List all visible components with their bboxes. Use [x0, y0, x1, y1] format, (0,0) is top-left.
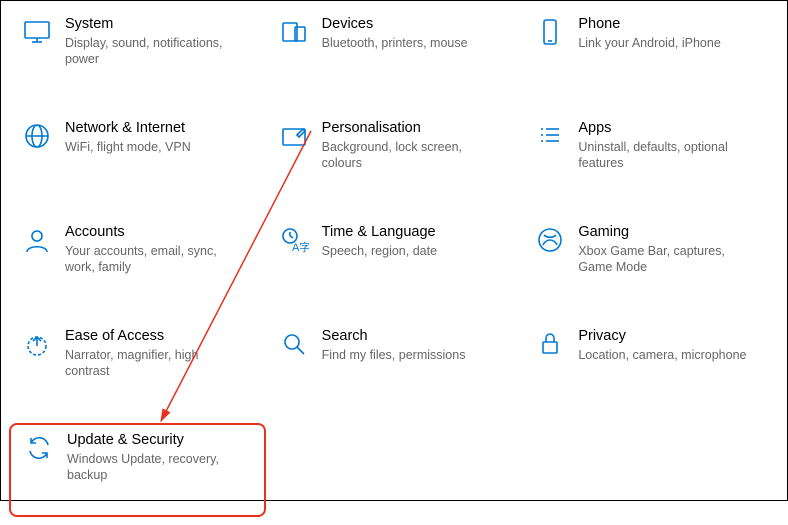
phone-icon [530, 17, 570, 47]
apps-icon [530, 121, 570, 151]
tile-devices[interactable]: Devices Bluetooth, printers, mouse [266, 9, 523, 101]
tile-phone[interactable]: Phone Link your Android, iPhone [522, 9, 779, 101]
time-language-icon: A字 [274, 225, 314, 255]
tile-title: Personalisation [322, 119, 492, 137]
search-icon [274, 329, 314, 359]
tile-search[interactable]: Search Find my files, permissions [266, 321, 523, 413]
privacy-icon [530, 329, 570, 359]
tile-desc: Speech, region, date [322, 243, 437, 259]
tile-title: Apps [578, 119, 748, 137]
tile-network[interactable]: Network & Internet WiFi, flight mode, VP… [9, 113, 266, 205]
tile-desc: Location, camera, microphone [578, 347, 746, 363]
tile-ease-of-access[interactable]: Ease of Access Narrator, magnifier, high… [9, 321, 266, 413]
tile-title: Search [322, 327, 466, 345]
tile-privacy[interactable]: Privacy Location, camera, microphone [522, 321, 779, 413]
network-icon [17, 121, 57, 151]
tile-gaming[interactable]: Gaming Xbox Game Bar, captures, Game Mod… [522, 217, 779, 309]
tile-title: System [65, 15, 235, 33]
personalisation-icon [274, 121, 314, 151]
tile-title: Privacy [578, 327, 746, 345]
svg-text:A字: A字 [292, 240, 309, 254]
tile-desc: Link your Android, iPhone [578, 35, 720, 51]
tile-desc: Display, sound, notifications, power [65, 35, 235, 67]
tile-update-security[interactable]: Update & Security Windows Update, recove… [9, 423, 266, 517]
tile-desc: Your accounts, email, sync, work, family [65, 243, 235, 275]
tile-accounts[interactable]: Accounts Your accounts, email, sync, wor… [9, 217, 266, 309]
tile-system[interactable]: System Display, sound, notifications, po… [9, 9, 266, 101]
tile-desc: Windows Update, recovery, backup [67, 451, 237, 483]
tile-title: Gaming [578, 223, 748, 241]
tile-title: Phone [578, 15, 720, 33]
tile-desc: WiFi, flight mode, VPN [65, 139, 191, 155]
tile-title: Time & Language [322, 223, 437, 241]
tile-title: Devices [322, 15, 468, 33]
tile-title: Accounts [65, 223, 235, 241]
tile-title: Update & Security [67, 431, 237, 449]
tile-title: Ease of Access [65, 327, 235, 345]
settings-grid: System Display, sound, notifications, po… [1, 1, 787, 525]
tile-title: Network & Internet [65, 119, 191, 137]
update-security-icon [19, 433, 59, 463]
tile-desc: Uninstall, defaults, optional features [578, 139, 748, 171]
tile-desc: Narrator, magnifier, high contrast [65, 347, 235, 379]
tile-time-language[interactable]: A字 Time & Language Speech, region, date [266, 217, 523, 309]
accounts-icon [17, 225, 57, 255]
tile-apps[interactable]: Apps Uninstall, defaults, optional featu… [522, 113, 779, 205]
tile-desc: Background, lock screen, colours [322, 139, 492, 171]
tile-desc: Xbox Game Bar, captures, Game Mode [578, 243, 748, 275]
devices-icon [274, 17, 314, 47]
tile-desc: Find my files, permissions [322, 347, 466, 363]
tile-desc: Bluetooth, printers, mouse [322, 35, 468, 51]
tile-personalisation[interactable]: Personalisation Background, lock screen,… [266, 113, 523, 205]
system-icon [17, 17, 57, 47]
gaming-icon [530, 225, 570, 255]
ease-of-access-icon [17, 329, 57, 359]
